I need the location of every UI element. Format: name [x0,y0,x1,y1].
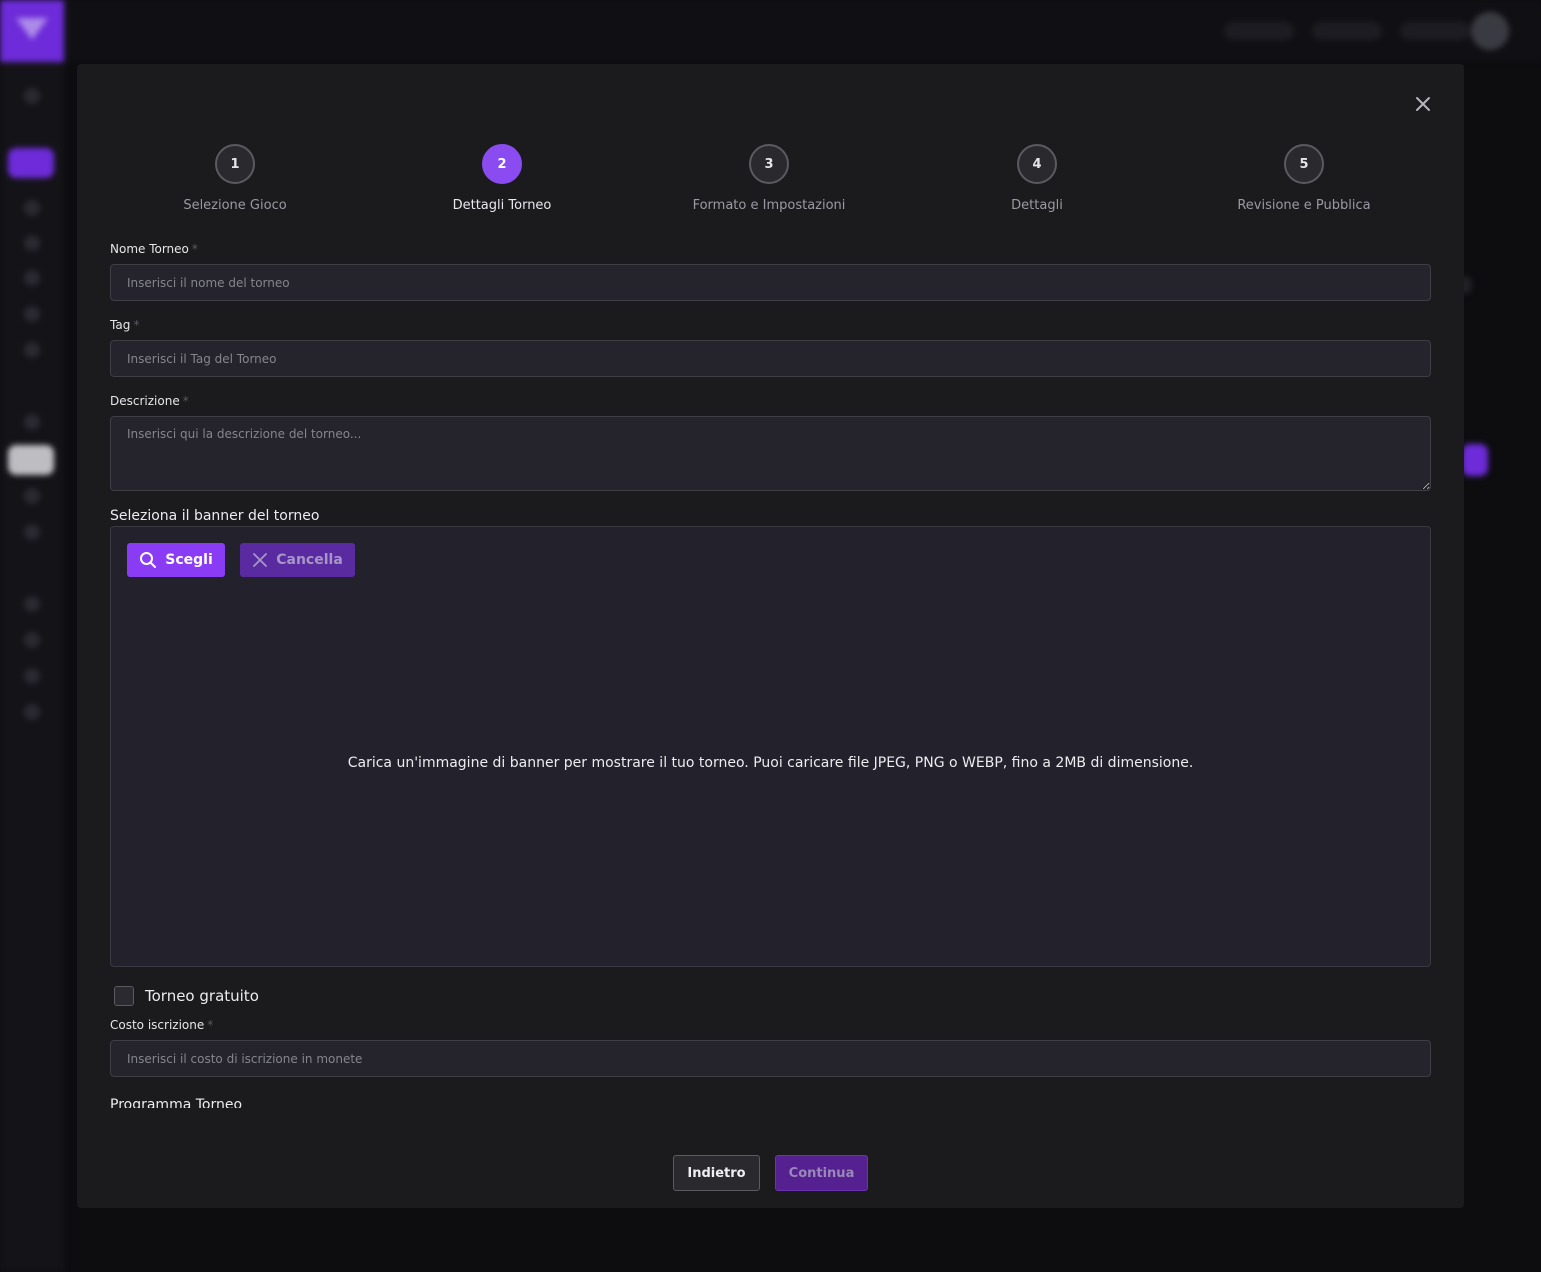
close-icon [1416,97,1430,111]
required-mark: * [191,242,198,256]
sidebar-icon [24,632,40,648]
step-number: 5 [1284,144,1324,184]
schedule-label: Programma Torneo [110,1097,243,1108]
step-label: Selezione Gioco [183,198,287,213]
search-icon [140,552,157,568]
banner-label: Seleziona il banner del torneo [110,508,320,524]
step-label: Dettagli [1011,198,1063,213]
label-text: Costo iscrizione [110,1018,205,1032]
tournament-name-input[interactable] [110,264,1431,301]
sidebar-icon [24,88,40,104]
step-2[interactable]: 2 Dettagli Torneo [392,144,612,213]
label-text: Tag [110,318,131,332]
step-label: Revisione e Pubblica [1237,198,1371,213]
sidebar-icon [24,524,40,540]
required-mark: * [182,394,189,408]
topbar-item [1312,22,1382,40]
step-number: 4 [1017,144,1057,184]
step-3[interactable]: 3 Formato e Impostazioni [659,144,879,213]
step-number: 1 [215,144,255,184]
sidebar-icon [24,668,40,684]
sidebar-icon [24,306,40,322]
choose-label: Scegli [165,552,213,568]
topbar-item [1400,22,1470,40]
step-label: Dettagli Torneo [452,198,552,213]
label-text: Descrizione [110,394,180,408]
description-label: Descrizione * [110,394,189,408]
topbar-item [1224,22,1294,40]
sidebar-active-item [8,148,54,178]
cancel-button[interactable]: Cancella [240,543,355,577]
label-text: Nome Torneo [110,242,189,256]
tag-label: Tag * [110,318,139,332]
schedule-section: Programma Torneo [110,1094,410,1108]
free-tournament-checkbox[interactable] [114,986,134,1006]
app-logo [0,0,64,62]
sidebar-highlight-item [8,445,54,475]
required-mark: * [133,318,140,332]
background-sidebar [0,0,64,1272]
upload-hint: Carica un'immagine di banner per mostrar… [347,755,1194,771]
sidebar-icon [24,270,40,286]
sidebar-icon [24,596,40,612]
sidebar-icon [24,235,40,251]
choose-button[interactable]: Scegli [127,543,225,577]
background-topbar [64,0,1541,62]
step-label: Formato e Impostazioni [692,198,846,213]
create-tournament-modal: 1 Selezione Gioco 2 Dettagli Torneo 3 Fo… [77,64,1464,1208]
entry-cost-label: Costo iscrizione * [110,1018,213,1032]
step-5[interactable]: 5 Revisione e Pubblica [1194,144,1414,213]
tournament-name-label: Nome Torneo * [110,242,198,256]
x-icon [253,553,268,567]
sidebar-icon [24,200,40,216]
sidebar-icon [24,414,40,430]
stepper: 1 Selezione Gioco 2 Dettagli Torneo 3 Fo… [101,144,1437,214]
background-accent [1462,444,1488,476]
avatar [1471,12,1509,50]
step-number: 2 [482,144,522,184]
sidebar-icon [24,488,40,504]
cancel-label: Cancella [276,552,343,568]
required-mark: * [207,1018,214,1032]
description-textarea[interactable] [110,416,1431,491]
sidebar-icon [24,704,40,720]
entry-cost-input[interactable] [110,1040,1431,1077]
step-number: 3 [749,144,789,184]
tag-input[interactable] [110,340,1431,377]
step-1[interactable]: 1 Selezione Gioco [125,144,345,213]
continue-button[interactable]: Continua [775,1155,868,1191]
sidebar-icon [24,342,40,358]
free-tournament-label: Torneo gratuito [145,987,259,1005]
back-button[interactable]: Indietro [673,1155,760,1191]
close-button[interactable] [1413,94,1433,116]
banner-upload-area[interactable]: Scegli Cancella Carica un'immagine di ba… [110,526,1431,967]
step-4[interactable]: 4 Dettagli [927,144,1147,213]
